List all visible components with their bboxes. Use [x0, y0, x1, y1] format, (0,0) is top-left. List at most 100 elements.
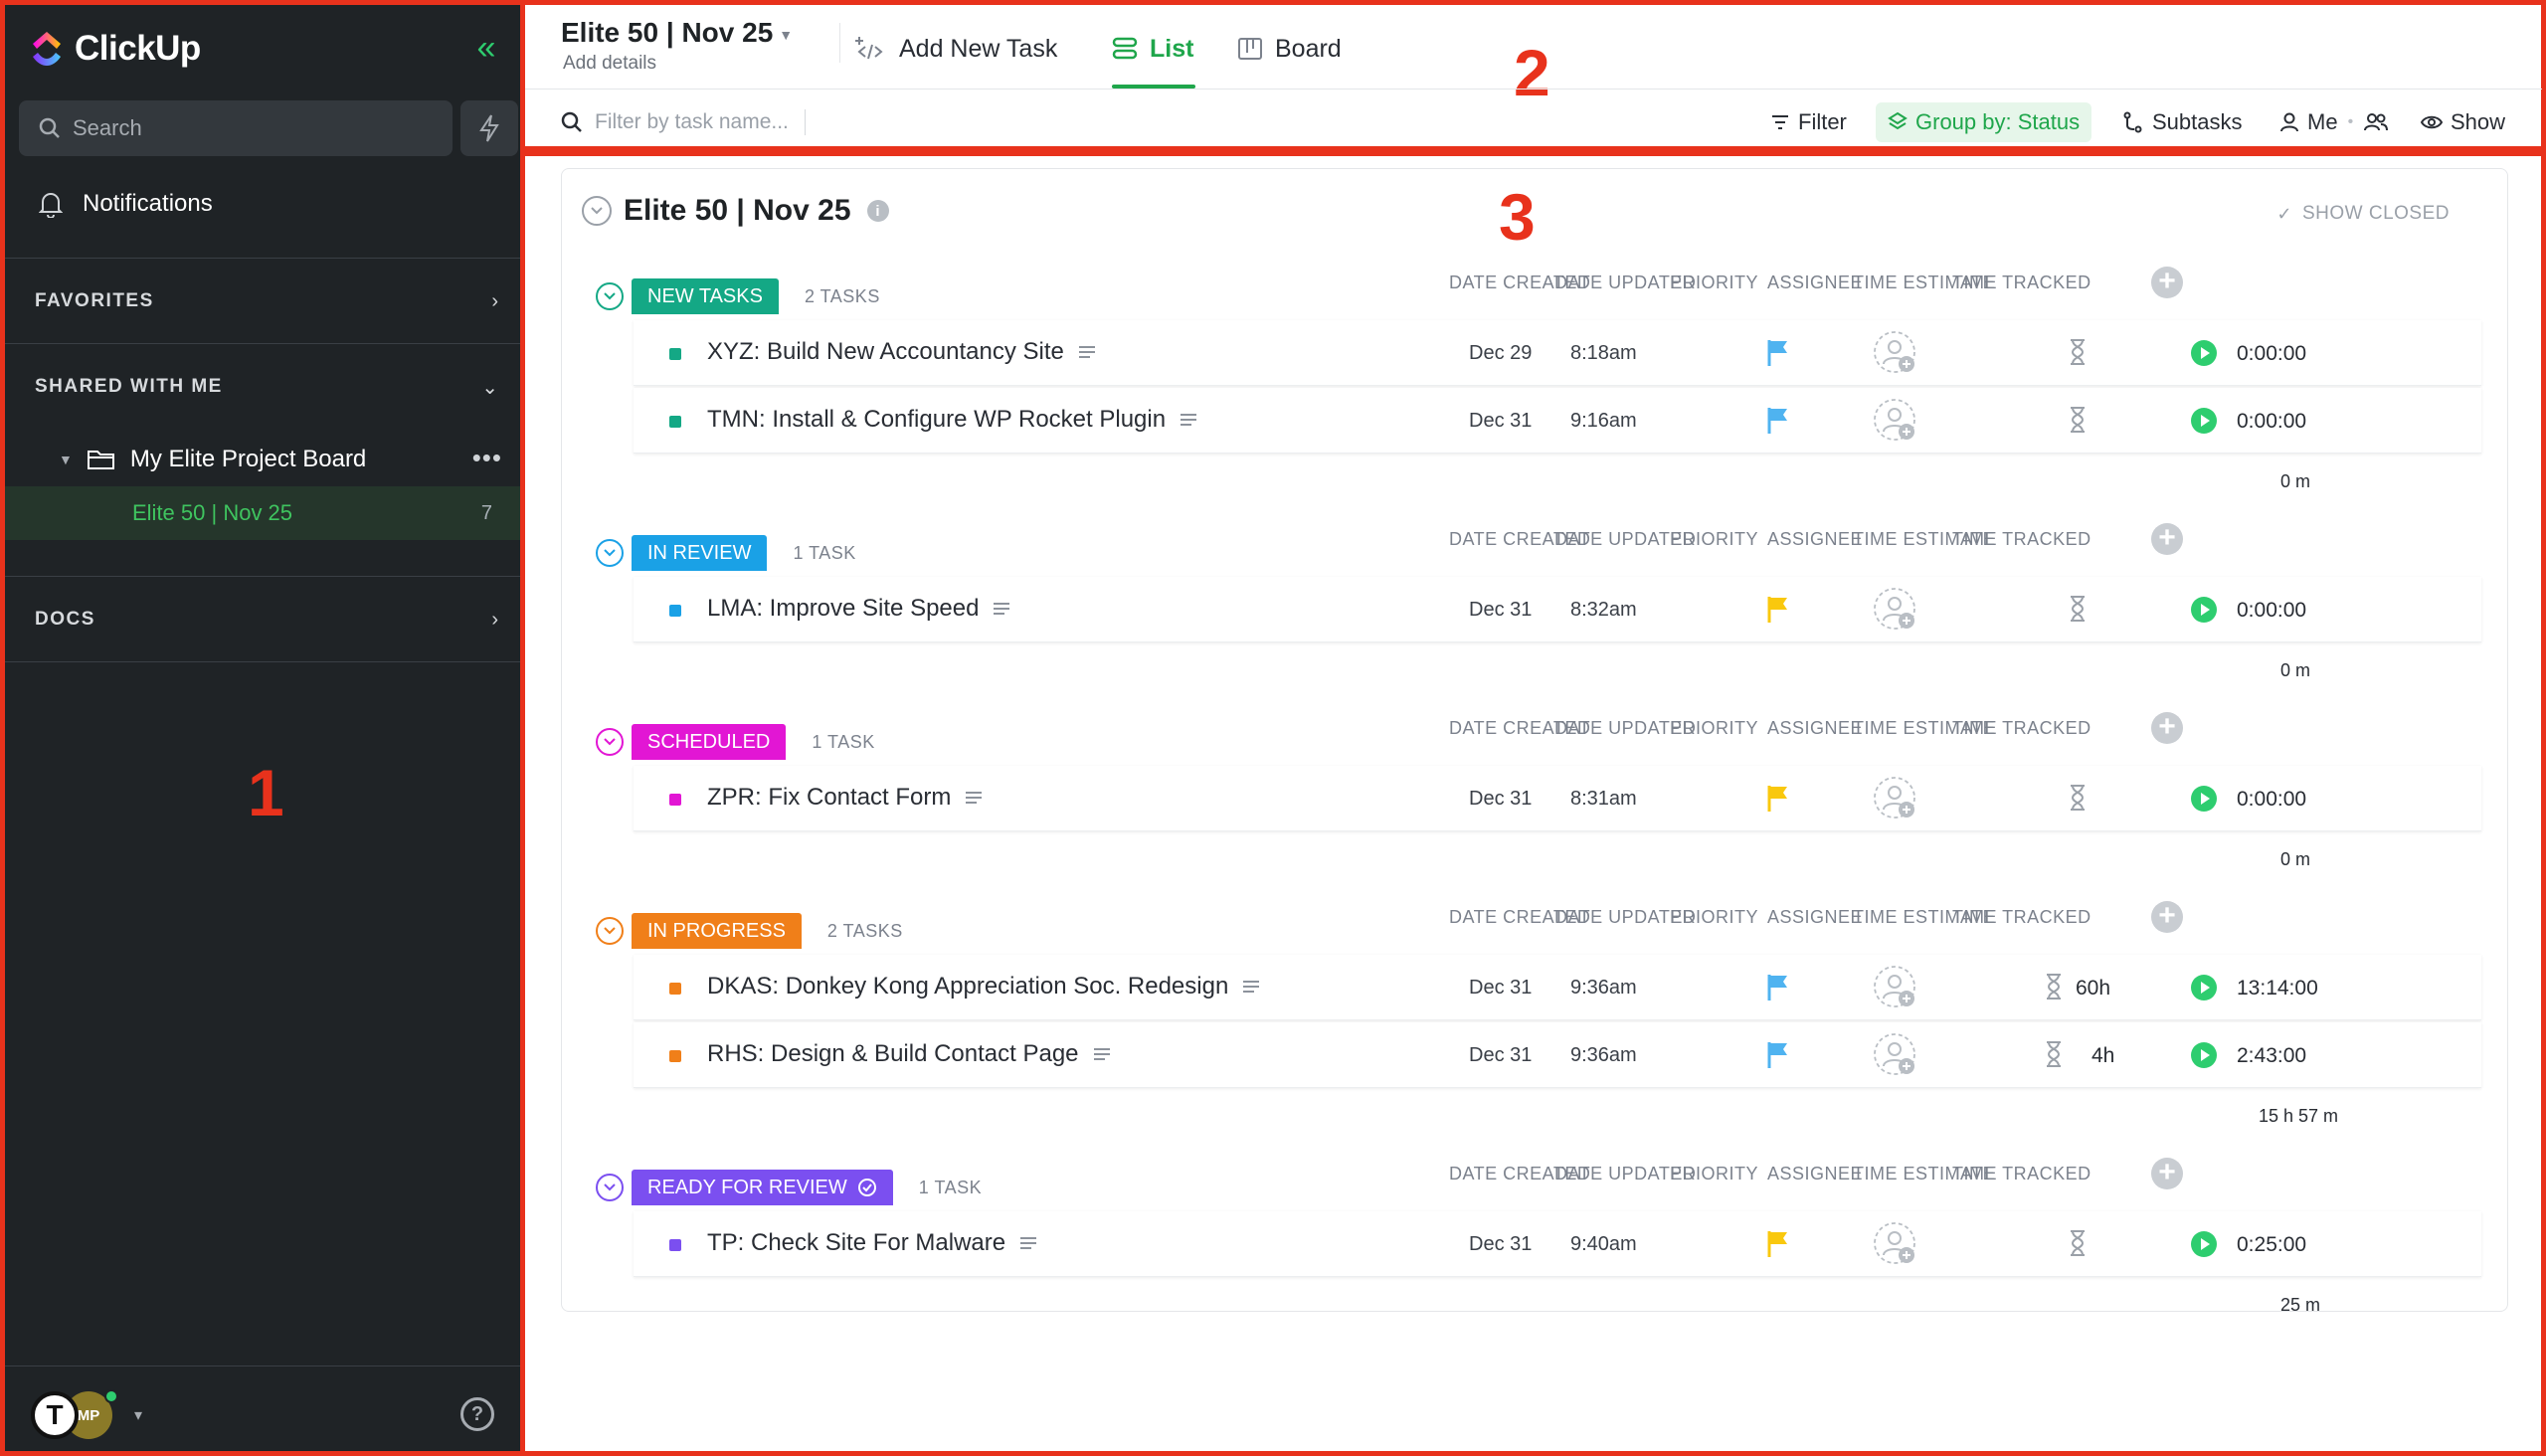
- favorites-section[interactable]: FAVORITES ›: [35, 281, 498, 321]
- task-row[interactable]: DKAS: Donkey Kong Appreciation Soc. Rede…: [634, 955, 2481, 1020]
- priority-flag-icon[interactable]: [1765, 406, 1791, 441]
- column-header-time-tracked[interactable]: TIME TRACKED: [1952, 1164, 2091, 1184]
- time-tracked[interactable]: 0:00:00: [2237, 410, 2306, 434]
- time-estimate[interactable]: 4h: [2091, 1044, 2114, 1068]
- hourglass-icon[interactable]: [2068, 784, 2088, 817]
- time-estimate[interactable]: 60h: [2076, 977, 2110, 1001]
- column-header-assignee[interactable]: ASSIGNEE: [1767, 1164, 1863, 1184]
- status-badge[interactable]: IN REVIEW: [632, 535, 768, 571]
- me-filter-button[interactable]: Me •: [2279, 102, 2397, 142]
- task-row[interactable]: XYZ: Build New Accountancy Site Dec 29 8…: [634, 320, 2481, 386]
- start-timer-icon[interactable]: [2191, 975, 2217, 1001]
- time-tracked[interactable]: 13:14:00: [2237, 977, 2318, 1001]
- column-header-priority[interactable]: PRIORITY: [1670, 1164, 1758, 1184]
- date-updated[interactable]: 8:32am: [1570, 599, 1637, 622]
- column-header-time-tracked[interactable]: TIME TRACKED: [1952, 718, 2091, 739]
- date-created[interactable]: Dec 31: [1469, 1044, 1532, 1067]
- priority-flag-icon[interactable]: [1765, 1040, 1791, 1075]
- status-square[interactable]: [669, 605, 681, 617]
- help-icon[interactable]: ?: [460, 1397, 494, 1431]
- add-assignee-icon[interactable]: [1873, 1221, 1918, 1267]
- task-name[interactable]: ZPR: Fix Contact Form: [707, 784, 983, 812]
- date-created[interactable]: Dec 31: [1469, 410, 1532, 433]
- date-created[interactable]: Dec 31: [1469, 1233, 1532, 1256]
- add-assignee-icon[interactable]: [1873, 330, 1918, 376]
- collapse-group-icon[interactable]: [596, 1174, 624, 1201]
- collapse-sidebar-icon[interactable]: «: [468, 31, 504, 65]
- status-badge[interactable]: SCHEDULED: [632, 724, 787, 760]
- hourglass-icon[interactable]: [2068, 595, 2088, 628]
- add-column-button[interactable]: +: [2151, 523, 2183, 555]
- tab-board[interactable]: Board: [1237, 31, 1342, 67]
- add-column-button[interactable]: +: [2151, 267, 2183, 298]
- column-header-assignee[interactable]: ASSIGNEE: [1767, 907, 1863, 928]
- task-row[interactable]: TMN: Install & Configure WP Rocket Plugi…: [634, 388, 2481, 454]
- task-row[interactable]: ZPR: Fix Contact Form Dec 31 8:31am 0:00…: [634, 766, 2481, 831]
- task-name[interactable]: XYZ: Build New Accountancy Site: [707, 338, 1096, 366]
- sidebar-search[interactable]: Search: [19, 100, 453, 156]
- column-header-assignee[interactable]: ASSIGNEE: [1767, 718, 1863, 739]
- column-header-priority[interactable]: PRIORITY: [1670, 907, 1758, 928]
- start-timer-icon[interactable]: [2191, 597, 2217, 623]
- task-name[interactable]: TP: Check Site For Malware: [707, 1229, 1037, 1257]
- add-column-button[interactable]: +: [2151, 1158, 2183, 1189]
- more-options-icon[interactable]: •••: [472, 443, 502, 473]
- add-assignee-icon[interactable]: [1873, 587, 1918, 633]
- clickup-logo[interactable]: ClickUp: [27, 25, 201, 73]
- task-name[interactable]: LMA: Improve Site Speed: [707, 595, 1010, 623]
- subtasks-button[interactable]: Subtasks: [2122, 102, 2243, 142]
- info-icon[interactable]: i: [866, 200, 889, 222]
- priority-flag-icon[interactable]: [1765, 1229, 1791, 1264]
- priority-flag-icon[interactable]: [1765, 973, 1791, 1007]
- show-closed-button[interactable]: ✓ SHOW CLOSED: [2276, 203, 2450, 225]
- status-badge[interactable]: IN PROGRESS: [632, 913, 802, 949]
- column-header-assignee[interactable]: ASSIGNEE: [1767, 529, 1863, 550]
- add-column-button[interactable]: +: [2151, 712, 2183, 744]
- add-assignee-icon[interactable]: [1873, 965, 1918, 1010]
- date-updated[interactable]: 9:16am: [1570, 410, 1637, 433]
- column-header-time-tracked[interactable]: TIME TRACKED: [1952, 907, 2091, 928]
- priority-flag-icon[interactable]: [1765, 784, 1791, 819]
- column-header-time-tracked[interactable]: TIME TRACKED: [1952, 273, 2091, 293]
- collapse-group-icon[interactable]: [596, 539, 624, 567]
- user-menu[interactable]: T MP ▾: [31, 1387, 142, 1443]
- task-name[interactable]: RHS: Design & Build Contact Page: [707, 1040, 1111, 1068]
- status-square[interactable]: [669, 348, 681, 360]
- shared-section[interactable]: SHARED WITH ME ⌄: [35, 367, 498, 407]
- show-button[interactable]: Show: [2421, 102, 2505, 142]
- add-column-button[interactable]: +: [2151, 901, 2183, 933]
- priority-flag-icon[interactable]: [1765, 595, 1791, 630]
- hourglass-icon[interactable]: [2068, 406, 2088, 439]
- date-created[interactable]: Dec 31: [1469, 599, 1532, 622]
- date-updated[interactable]: 9:36am: [1570, 1044, 1637, 1067]
- status-badge[interactable]: NEW TASKS: [632, 278, 779, 314]
- collapse-group-icon[interactable]: [596, 917, 624, 945]
- collapse-group-icon[interactable]: [596, 282, 624, 310]
- filter-button[interactable]: Filter: [1770, 102, 1847, 142]
- add-assignee-icon[interactable]: [1873, 398, 1918, 444]
- task-name[interactable]: TMN: Install & Configure WP Rocket Plugi…: [707, 406, 1197, 434]
- add-new-task-button[interactable]: Add New Task: [853, 31, 1057, 67]
- quick-actions-button[interactable]: [460, 100, 518, 156]
- column-header-assignee[interactable]: ASSIGNEE: [1767, 273, 1863, 293]
- add-assignee-icon[interactable]: [1873, 776, 1918, 821]
- task-row[interactable]: LMA: Improve Site Speed Dec 31 8:32am 0:…: [634, 577, 2481, 642]
- status-square[interactable]: [669, 416, 681, 428]
- date-created[interactable]: Dec 31: [1469, 788, 1532, 811]
- time-tracked[interactable]: 2:43:00: [2237, 1044, 2306, 1068]
- date-updated[interactable]: 9:36am: [1570, 977, 1637, 1000]
- add-details-link[interactable]: Add details: [563, 53, 656, 75]
- status-badge[interactable]: READY FOR REVIEW: [632, 1170, 893, 1205]
- column-header-priority[interactable]: PRIORITY: [1670, 273, 1758, 293]
- time-tracked[interactable]: 0:00:00: [2237, 342, 2306, 366]
- date-updated[interactable]: 8:18am: [1570, 342, 1637, 365]
- column-header-priority[interactable]: PRIORITY: [1670, 718, 1758, 739]
- task-row[interactable]: RHS: Design & Build Contact Page Dec 31 …: [634, 1022, 2481, 1088]
- date-updated[interactable]: 9:40am: [1570, 1233, 1637, 1256]
- start-timer-icon[interactable]: [2191, 408, 2217, 434]
- date-created[interactable]: Dec 29: [1469, 342, 1532, 365]
- priority-flag-icon[interactable]: [1765, 338, 1791, 373]
- column-header-priority[interactable]: PRIORITY: [1670, 529, 1758, 550]
- group-by-button[interactable]: Group by: Status: [1876, 102, 2092, 142]
- collapse-all-icon[interactable]: [582, 196, 612, 226]
